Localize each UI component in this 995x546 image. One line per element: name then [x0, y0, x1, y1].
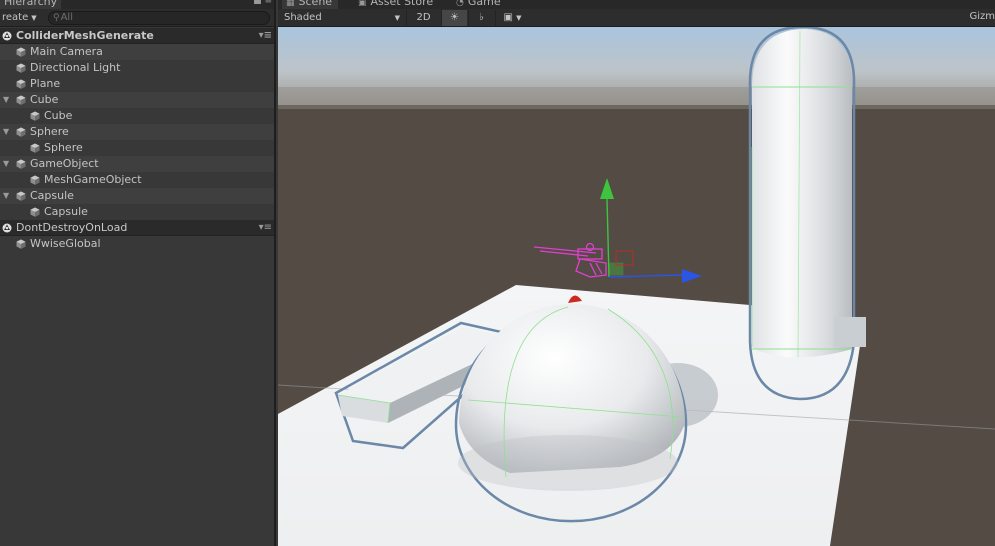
unity-logo-icon — [2, 223, 12, 233]
hierarchy-item-label: Plane — [30, 77, 61, 90]
hierarchy-tab-options[interactable]: ■ ≡ — [253, 0, 272, 6]
hierarchy-item-label: Capsule — [44, 205, 88, 218]
create-dropdown[interactable]: reate ▼ — [0, 11, 37, 25]
hierarchy-item-sphere-parent[interactable]: ▼ Sphere — [0, 124, 274, 140]
lock-icon[interactable]: ■ — [253, 0, 262, 6]
hierarchy-item-label: Sphere — [30, 125, 69, 138]
scene-panel: ▦ Scene ▣ Asset Store ◔ Game Shaded ▼ 2D ☀ ♭… — [278, 0, 995, 546]
hierarchy-item-label: Main Camera — [30, 45, 103, 58]
dont-destroy-scene-row[interactable]: DontDestroyOnLoad ▾≡ — [0, 220, 274, 236]
dont-destroy-label: DontDestroyOnLoad — [16, 221, 128, 234]
cube-icon — [16, 47, 26, 57]
sun-icon: ☀ — [450, 12, 459, 23]
effects-dropdown[interactable]: ▣ ▼ — [495, 10, 529, 26]
hierarchy-item-label: Cube — [44, 109, 73, 122]
cube-icon — [16, 95, 26, 105]
search-icon: ⚲ — [53, 13, 60, 23]
cube-icon — [30, 175, 40, 185]
expand-triangle-icon[interactable]: ▼ — [3, 156, 9, 172]
tab-asset-store[interactable]: ▣ Asset Store — [354, 0, 439, 9]
search-input[interactable]: ⚲All — [48, 11, 270, 25]
capsule-shadow — [834, 317, 866, 347]
speaker-icon: ♭ — [479, 12, 484, 23]
hierarchy-item-cube-child[interactable]: Cube — [0, 108, 274, 124]
search-placeholder: All — [60, 12, 73, 23]
unity-logo-icon — [2, 31, 12, 41]
scene-toolbar: Shaded ▼ 2D ☀ ♭ ▣ ▼ Gizm — [278, 9, 995, 27]
cube-icon — [16, 239, 26, 249]
cube-icon — [16, 127, 26, 137]
tab-label: Asset Store — [370, 0, 434, 8]
cube-icon — [16, 79, 26, 89]
scene-menu-icon[interactable]: ▾≡ — [259, 220, 272, 236]
scene-viewport[interactable] — [278, 27, 995, 546]
sphere-base-shade — [458, 435, 678, 491]
scene-menu-icon[interactable]: ▾≡ — [259, 28, 272, 44]
cube-icon — [16, 191, 26, 201]
hierarchy-toolbar: reate ▼ ⚲All — [0, 9, 274, 27]
hierarchy-item-meshgameobject[interactable]: MeshGameObject — [0, 172, 274, 188]
cube-icon — [30, 111, 40, 121]
hierarchy-item-label: Capsule — [30, 189, 74, 202]
store-icon: ▣ — [358, 0, 367, 8]
hierarchy-item-wwiseglobal[interactable]: WwiseGlobal — [0, 236, 274, 252]
horizon-haze — [278, 87, 995, 109]
audio-toggle[interactable]: ♭ — [468, 10, 494, 26]
hierarchy-item-gameobject[interactable]: ▼ GameObject — [0, 156, 274, 172]
cube-icon — [16, 63, 26, 73]
hierarchy-item-sphere-child[interactable]: Sphere — [0, 140, 274, 156]
expand-triangle-icon[interactable]: ▼ — [3, 188, 9, 204]
hierarchy-item-capsule-child[interactable]: Capsule — [0, 204, 274, 220]
hierarchy-item-label: Directional Light — [30, 61, 121, 74]
hierarchy-panel: Hierarchy ■ ≡ reate ▼ ⚲All ColliderMeshGe… — [0, 0, 276, 546]
hierarchy-item-main-camera[interactable]: Main Camera — [0, 44, 274, 60]
hierarchy-item-label: Sphere — [44, 141, 83, 154]
chevron-down-icon: ▼ — [394, 14, 400, 22]
hierarchy-list: ColliderMeshGenerate ▾≡ Main Camera Dire… — [0, 28, 274, 252]
hierarchy-tab-bar: Hierarchy ■ ≡ — [0, 0, 274, 9]
hierarchy-item-label: Cube — [30, 93, 59, 106]
cube-icon — [16, 159, 26, 169]
capsule-mesh — [752, 29, 852, 358]
panel-menu-icon[interactable]: ≡ — [264, 0, 272, 6]
hierarchy-item-capsule-parent[interactable]: ▼ Capsule — [0, 188, 274, 204]
create-label: reate — [2, 12, 29, 23]
lighting-toggle[interactable]: ☀ — [441, 10, 467, 26]
hierarchy-item-cube-parent[interactable]: ▼ Cube — [0, 92, 274, 108]
grid-icon: ▦ — [286, 0, 295, 8]
tab-game[interactable]: ◔ Game — [452, 0, 507, 9]
cube-icon — [30, 207, 40, 217]
hierarchy-item-label: MeshGameObject — [44, 173, 142, 186]
cube-icon — [30, 143, 40, 153]
chevron-down-icon: ▼ — [516, 14, 522, 22]
gizmos-dropdown[interactable]: Gizm — [969, 11, 995, 22]
pacman-icon: ◔ — [456, 0, 464, 8]
shading-mode-dropdown[interactable]: Shaded ▼ — [284, 11, 404, 25]
hierarchy-item-plane[interactable]: Plane — [0, 76, 274, 92]
hierarchy-item-directional-light[interactable]: Directional Light — [0, 60, 274, 76]
expand-triangle-icon[interactable]: ▼ — [3, 92, 9, 108]
tab-scene[interactable]: ▦ Scene — [282, 0, 339, 9]
hierarchy-item-label: GameObject — [30, 157, 99, 170]
scene-name: ColliderMeshGenerate — [16, 29, 154, 42]
2d-toggle[interactable]: 2D — [406, 10, 440, 26]
hierarchy-item-label: WwiseGlobal — [30, 237, 101, 250]
hierarchy-tab[interactable]: Hierarchy — [0, 0, 62, 9]
expand-triangle-icon[interactable]: ▼ — [3, 124, 9, 140]
tab-label: Game — [467, 0, 501, 8]
image-icon: ▣ — [503, 12, 513, 23]
shading-mode-label: Shaded — [284, 12, 322, 23]
chevron-down-icon: ▼ — [31, 14, 37, 22]
scene-root-row[interactable]: ColliderMeshGenerate ▾≡ — [0, 28, 274, 44]
tab-label: Scene — [298, 0, 333, 8]
scene-tab-bar: ▦ Scene ▣ Asset Store ◔ Game — [278, 0, 995, 9]
